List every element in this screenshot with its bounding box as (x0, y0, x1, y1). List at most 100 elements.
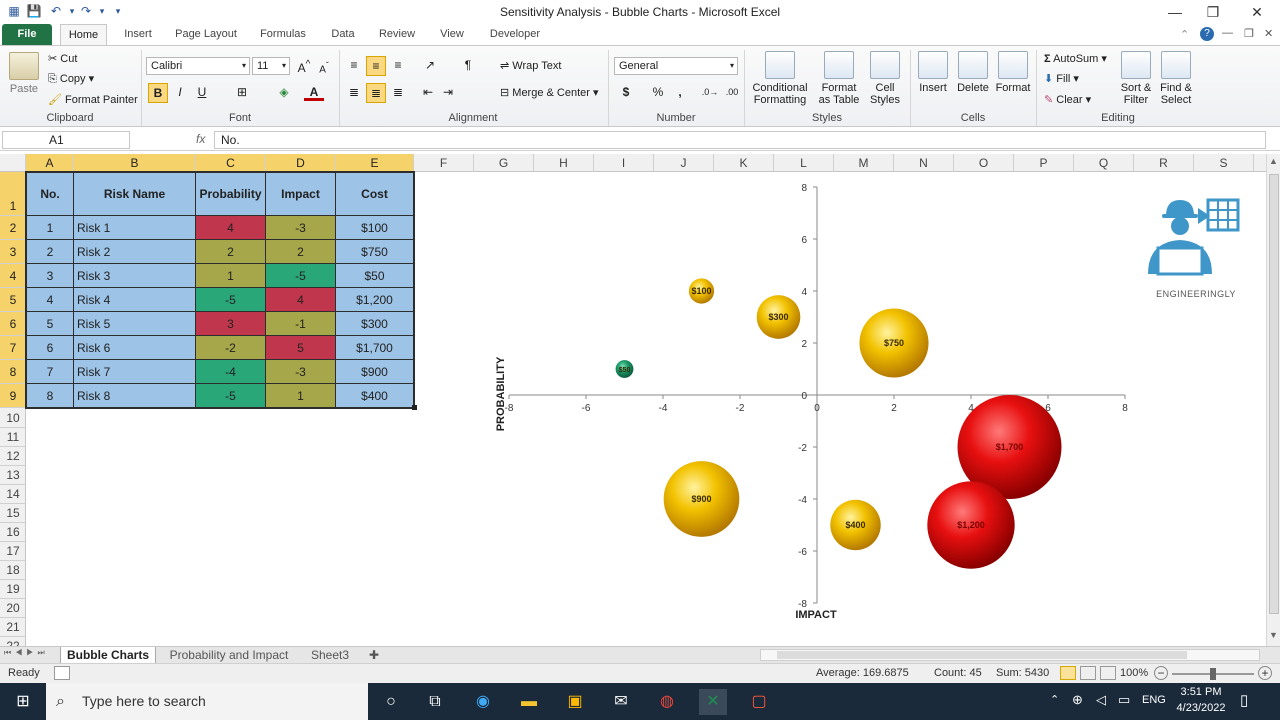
currency-button[interactable]: $ (616, 83, 636, 103)
row-header-11[interactable]: 11 (0, 428, 26, 447)
table-cell-no[interactable]: 7 (26, 360, 74, 384)
table-cell-cost[interactable]: $300 (336, 312, 414, 336)
tab-file[interactable]: File (2, 24, 52, 46)
file-explorer-icon[interactable]: ▬ (515, 689, 543, 715)
column-header-k[interactable]: K (714, 154, 774, 172)
table-cell-prob[interactable]: -5 (196, 384, 266, 408)
h-scroll-thumb[interactable] (777, 651, 1187, 659)
store-icon[interactable]: ▣ (561, 689, 589, 715)
table-cell-name[interactable]: Risk 5 (74, 312, 196, 336)
formula-input[interactable]: No. (214, 131, 1266, 149)
table-cell-impact[interactable]: 1 (266, 384, 336, 408)
edge-icon[interactable]: ◉ (469, 689, 497, 715)
borders-icon[interactable]: ⊞ (232, 83, 252, 103)
clear-button[interactable]: ✎ Clear ▾ (1044, 93, 1091, 106)
table-cell-impact[interactable]: -3 (266, 360, 336, 384)
tab-view[interactable]: View (432, 24, 472, 46)
row-header-19[interactable]: 19 (0, 580, 26, 599)
table-cell-prob[interactable]: -5 (196, 288, 266, 312)
orientation-icon[interactable]: ↗ (420, 56, 440, 76)
sort-filter-button[interactable]: Sort & Filter (1116, 51, 1156, 106)
fill-color-icon[interactable]: ◈ (274, 83, 294, 103)
table-cell-cost[interactable]: $1,700 (336, 336, 414, 360)
vertical-scrollbar[interactable]: ▲ ▼ (1266, 154, 1280, 646)
table-cell-impact[interactable]: -3 (266, 216, 336, 240)
tab-formulas[interactable]: Formulas (254, 24, 312, 46)
table-cell-name[interactable]: Risk 4 (74, 288, 196, 312)
row-header-4[interactable]: 4 (0, 264, 26, 288)
table-cell-name[interactable]: Risk 8 (74, 384, 196, 408)
sheet-tab-sheet3[interactable]: Sheet3 (302, 647, 358, 664)
mail-icon[interactable]: ✉ (607, 689, 635, 715)
table-cell-cost[interactable]: $400 (336, 384, 414, 408)
sheet-tab-bubble-charts[interactable]: Bubble Charts (60, 647, 156, 664)
tab-review[interactable]: Review (374, 24, 420, 46)
battery-icon[interactable]: ▭ (1118, 692, 1130, 708)
table-header-cost[interactable]: Cost (336, 172, 414, 216)
format-cells-button[interactable]: Format (994, 51, 1032, 94)
row-header-20[interactable]: 20 (0, 599, 26, 618)
scroll-up-icon[interactable]: ▲ (1269, 156, 1278, 166)
insert-cells-button[interactable]: Insert (914, 51, 952, 94)
column-header-h[interactable]: H (534, 154, 594, 172)
wrap-text-button[interactable]: ⇌ Wrap Text (500, 59, 561, 72)
table-cell-name[interactable]: Risk 1 (74, 216, 196, 240)
table-cell-no[interactable]: 8 (26, 384, 74, 408)
decrease-decimal-icon[interactable]: .00 (722, 83, 742, 103)
cortana-icon[interactable]: ○ (377, 689, 405, 715)
select-all-corner[interactable] (0, 154, 26, 172)
taskbar-search-input[interactable]: ⌕ Type here to search (46, 683, 368, 720)
table-cell-name[interactable]: Risk 2 (74, 240, 196, 264)
page-break-view-icon[interactable] (1100, 666, 1116, 680)
row-header-7[interactable]: 7 (0, 336, 26, 360)
column-header-l[interactable]: L (774, 154, 834, 172)
indent-icon[interactable]: ¶ (458, 56, 478, 76)
row-header-1[interactable]: 1 (0, 172, 26, 216)
table-cell-prob[interactable]: 4 (196, 216, 266, 240)
normal-view-icon[interactable] (1060, 666, 1076, 680)
table-cell-prob[interactable]: -4 (196, 360, 266, 384)
zoom-in-icon[interactable]: + (1258, 666, 1272, 680)
row-header-21[interactable]: 21 (0, 618, 26, 637)
align-middle-icon[interactable]: ≡ (366, 56, 386, 76)
wb-minimize-icon[interactable]: — (1222, 27, 1233, 39)
column-header-d[interactable]: D (266, 154, 336, 172)
format-painter-button[interactable]: 🖌 Format Painter (48, 93, 138, 106)
sheet-nav-icon[interactable]: ⏮◀▶⏭ (4, 648, 49, 658)
table-cell-no[interactable]: 2 (26, 240, 74, 264)
font-name-select[interactable]: Calibri ▾ (146, 57, 250, 75)
cut-button[interactable]: ✂ Cut (48, 52, 77, 65)
zoom-out-icon[interactable]: − (1154, 666, 1168, 680)
font-size-select[interactable]: 11 ▾ (252, 57, 290, 75)
volume-icon[interactable]: ◁ (1096, 692, 1106, 708)
row-header-2[interactable]: 2 (0, 216, 26, 240)
wb-restore-icon[interactable]: ❐ (1244, 27, 1254, 40)
row-header-16[interactable]: 16 (0, 523, 26, 542)
tray-chevron-icon[interactable]: ⌃ (1050, 693, 1059, 706)
align-left-icon[interactable]: ≣ (344, 83, 364, 103)
table-cell-prob[interactable]: -2 (196, 336, 266, 360)
autosum-button[interactable]: Σ AutoSum ▾ (1044, 52, 1107, 65)
table-cell-impact[interactable]: 5 (266, 336, 336, 360)
tab-insert[interactable]: Insert (116, 24, 160, 46)
chrome-icon[interactable]: ◍ (653, 689, 681, 715)
cell-styles-button[interactable]: Cell Styles (864, 51, 906, 106)
table-cell-prob[interactable]: 3 (196, 312, 266, 336)
column-header-n[interactable]: N (894, 154, 954, 172)
camtasia-icon[interactable]: ▢ (745, 689, 773, 715)
zoom-slider-thumb[interactable] (1210, 668, 1216, 680)
table-header-impact[interactable]: Impact (266, 172, 336, 216)
task-view-icon[interactable]: ⧉ (421, 689, 449, 715)
table-cell-prob[interactable]: 2 (196, 240, 266, 264)
row-header-15[interactable]: 15 (0, 504, 26, 523)
align-right-icon[interactable]: ≣ (388, 83, 408, 103)
help-icon[interactable]: ? (1200, 27, 1214, 41)
column-header-q[interactable]: Q (1074, 154, 1134, 172)
excel-taskbar-icon[interactable]: ✕ (699, 689, 727, 715)
tab-developer[interactable]: Developer (484, 24, 546, 46)
row-header-17[interactable]: 17 (0, 542, 26, 561)
table-cell-name[interactable]: Risk 7 (74, 360, 196, 384)
name-box[interactable]: A1 (2, 131, 130, 149)
horizontal-scrollbar[interactable] (760, 649, 1260, 661)
column-header-f[interactable]: F (414, 154, 474, 172)
